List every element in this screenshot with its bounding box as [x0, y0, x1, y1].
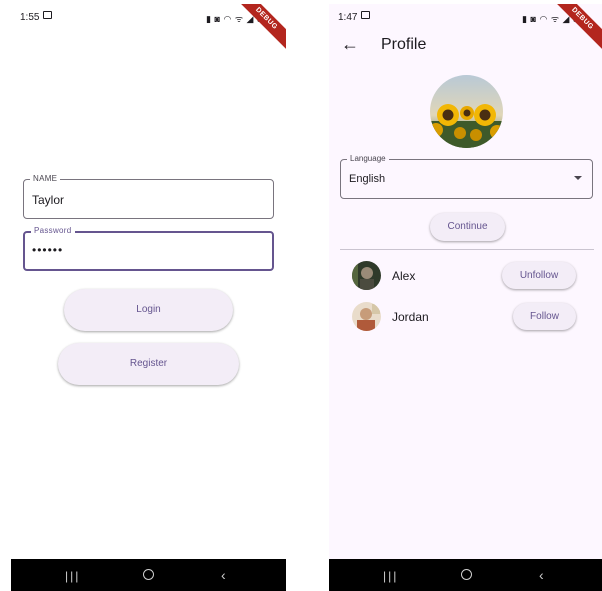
page-title: Profile: [381, 36, 427, 53]
avatar: [352, 302, 381, 331]
language-label: Language: [347, 154, 389, 163]
system-nav-bar: ||| ‹: [11, 559, 286, 591]
continue-button[interactable]: Continue: [430, 213, 505, 241]
password-field-value: ••••••: [32, 243, 64, 257]
profile-screen: 1:47 ▮ ◙ ◠ ᯤ ◢ 55 DEBUG ← Profile Langua…: [329, 4, 602, 591]
password-field[interactable]: Password ••••••: [23, 226, 274, 271]
follow-button[interactable]: Follow: [513, 303, 576, 330]
dropdown-caret-icon: [574, 176, 582, 180]
sunflower-photo: [430, 75, 503, 148]
system-back-icon[interactable]: ‹: [221, 567, 226, 583]
profile-avatar: [430, 75, 503, 148]
name-field[interactable]: NAME Taylor: [23, 174, 274, 219]
status-time: 1:55: [20, 12, 40, 23]
name-field-label: NAME: [30, 174, 61, 183]
system-back-icon[interactable]: ‹: [539, 567, 544, 583]
language-dropdown[interactable]: Language English: [340, 154, 593, 199]
register-button[interactable]: Register: [58, 343, 239, 385]
user-row-alex: Alex Unfollow: [329, 258, 602, 294]
name-field-value: Taylor: [32, 193, 65, 207]
unfollow-button[interactable]: Unfollow: [502, 262, 576, 289]
recent-apps-icon[interactable]: |||: [383, 569, 398, 583]
status-time: 1:47: [338, 12, 358, 23]
image-notification-icon: [43, 11, 52, 19]
user-row-jordan: Jordan Follow: [329, 299, 602, 335]
home-icon[interactable]: [143, 569, 154, 580]
password-field-label: Password: [31, 226, 75, 235]
divider: [340, 249, 594, 250]
back-arrow-icon[interactable]: ←: [341, 34, 359, 55]
recent-apps-icon[interactable]: |||: [65, 569, 80, 583]
user-name: Jordan: [392, 310, 429, 324]
image-notification-icon: [361, 11, 370, 19]
avatar: [352, 261, 381, 290]
language-value: English: [349, 173, 386, 185]
system-nav-bar: ||| ‹: [329, 559, 602, 591]
user-name: Alex: [392, 269, 416, 283]
home-icon[interactable]: [461, 569, 472, 580]
login-screen: 1:55 ▮ ◙ ◠ ᯤ ◢ 57 DEBUG NAME Taylor Pass…: [11, 4, 286, 591]
login-button[interactable]: Login: [64, 289, 233, 331]
